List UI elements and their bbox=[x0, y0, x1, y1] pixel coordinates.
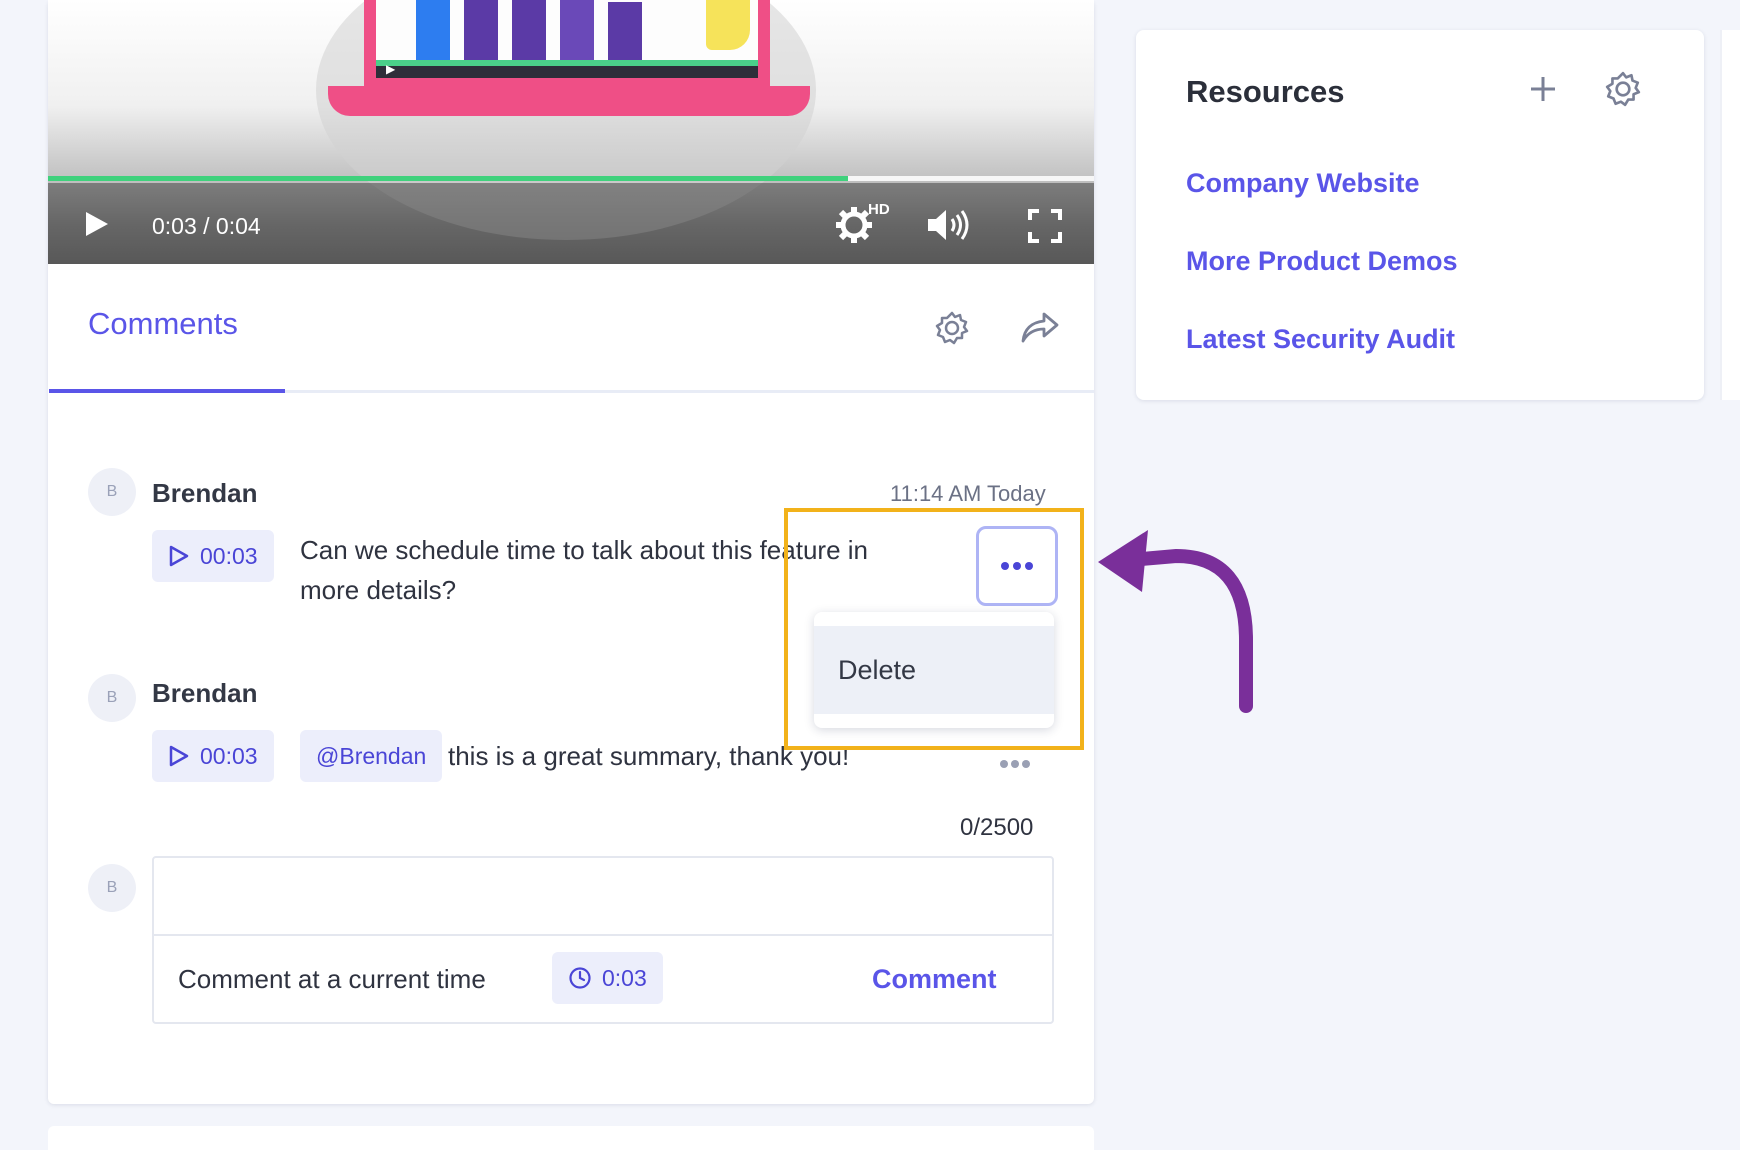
resource-link-latest-security-audit[interactable]: Latest Security Audit bbox=[1186, 324, 1455, 355]
tab-comments[interactable]: Comments bbox=[88, 306, 238, 342]
comment-time-chip[interactable]: 00:03 bbox=[152, 730, 274, 782]
add-resource-plus-icon[interactable] bbox=[1526, 72, 1560, 106]
resource-link-more-product-demos[interactable]: More Product Demos bbox=[1186, 246, 1458, 277]
comment-time-chip-label: 00:03 bbox=[200, 742, 258, 769]
comment-at-time-label: Comment at a current time bbox=[178, 964, 486, 994]
avatar: B bbox=[88, 674, 136, 722]
volume-icon[interactable] bbox=[926, 207, 974, 243]
resources-settings-gear-icon[interactable] bbox=[1604, 70, 1642, 108]
comment-time-chip[interactable]: 00:03 bbox=[152, 530, 274, 582]
avatar: B bbox=[88, 864, 136, 912]
mention-chip[interactable]: @Brendan bbox=[300, 730, 443, 782]
comment-settings-gear-icon[interactable] bbox=[934, 310, 970, 346]
composer-divider bbox=[154, 934, 1052, 936]
avatar: B bbox=[88, 468, 136, 516]
comment-author: Brendan bbox=[152, 478, 258, 508]
resources-title: Resources bbox=[1186, 74, 1345, 109]
comment-input[interactable] bbox=[154, 858, 1052, 934]
tab-active-underline bbox=[49, 389, 285, 393]
resources-panel: Resources Company Website More Product D… bbox=[1136, 30, 1704, 400]
tab-divider bbox=[285, 390, 1094, 393]
video-laptop-illustration: ▶ bbox=[364, 0, 770, 90]
video-player[interactable]: ▶ 0:03 / 0:04 HD bbox=[48, 0, 1094, 264]
video-controls: 0:03 / 0:04 HD bbox=[48, 183, 1094, 264]
resource-link-company-website[interactable]: Company Website bbox=[1186, 168, 1420, 199]
share-icon[interactable] bbox=[1020, 310, 1060, 346]
video-timecode: 0:03 / 0:04 bbox=[152, 213, 261, 239]
annotation-highlight-box bbox=[784, 508, 1084, 750]
more-dots-icon bbox=[1000, 760, 1008, 768]
next-card-edge bbox=[48, 1126, 1094, 1150]
current-time-value: 0:03 bbox=[602, 964, 647, 991]
fullscreen-icon[interactable] bbox=[1028, 209, 1062, 243]
comment-text-line: more details? bbox=[300, 575, 457, 605]
comment-text: Can we schedule time to talk about this … bbox=[300, 530, 868, 610]
play-icon[interactable] bbox=[82, 209, 110, 239]
play-outline-icon bbox=[169, 745, 189, 767]
comment-submit-button[interactable]: Comment bbox=[872, 964, 997, 995]
video-laptop-base bbox=[328, 86, 810, 116]
comment-text-line: Can we schedule time to talk about this … bbox=[300, 535, 868, 565]
video-progress-fill bbox=[48, 176, 849, 181]
comment-composer: Comment at a current time 0:03 Comment bbox=[152, 856, 1054, 1024]
adjacent-panel-edge bbox=[1720, 30, 1740, 400]
play-outline-icon bbox=[169, 545, 189, 567]
character-count: 0/2500 bbox=[960, 814, 1034, 841]
comment-timestamp: 11:14 AM Today bbox=[890, 481, 1046, 506]
clock-icon bbox=[569, 967, 591, 989]
current-time-chip[interactable]: 0:03 bbox=[552, 952, 663, 1004]
video-progress-bar[interactable] bbox=[48, 176, 1094, 181]
hd-badge: HD bbox=[868, 201, 890, 218]
comment-author: Brendan bbox=[152, 678, 258, 708]
annotation-arrow-icon bbox=[1098, 530, 1253, 713]
comment-more-options-button[interactable] bbox=[1000, 760, 1030, 768]
comment-time-chip-label: 00:03 bbox=[200, 542, 258, 569]
